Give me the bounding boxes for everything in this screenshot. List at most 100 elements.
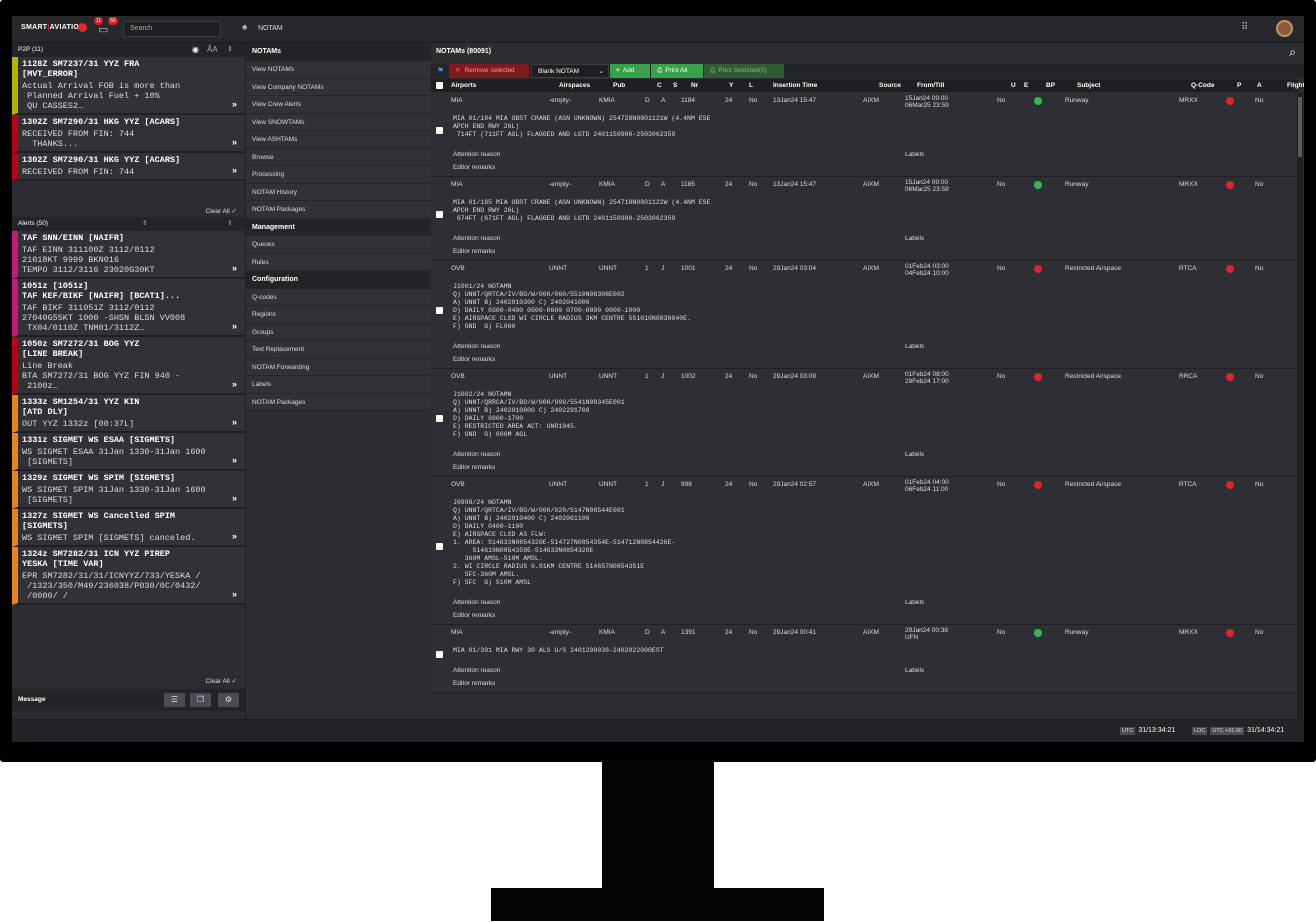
add-button[interactable]: + Add: [610, 64, 650, 78]
expand-icon[interactable]: »: [232, 493, 237, 503]
list-item[interactable]: 1128Z SM7237/31 YYZ FRA [MVT_ERROR] Actua…: [12, 57, 245, 115]
cell-src: AIXM: [863, 481, 879, 488]
list-item[interactable]: 1331z SIGMET WS ESAA [SIGMETS] WS SIGMET …: [12, 433, 245, 471]
column-header[interactable]: Nr: [691, 82, 698, 89]
row-checkbox[interactable]: [436, 543, 443, 550]
column-header[interactable]: BP: [1046, 82, 1055, 89]
grid-icon[interactable]: ⠿: [1241, 22, 1248, 33]
table-row[interactable]: MIA -empty- KMIA D A 1391 24 No 29Jan24 00:41 AIX…: [431, 625, 1298, 693]
expand-icon[interactable]: »: [232, 321, 237, 331]
bell-icon[interactable]: ♠: [242, 22, 247, 33]
column-header[interactable]: E: [1024, 82, 1028, 89]
configuration-item[interactable]: Regions: [246, 306, 431, 324]
column-header[interactable]: P: [1237, 82, 1241, 89]
management-item[interactable]: Rules: [246, 253, 431, 271]
list-item[interactable]: TAF SNN/EINN [NAIFR] TAF EINN 311100Z 311…: [12, 231, 245, 279]
notam-text: MIA 01/185 MIA OBST CRANE (ASN UNKNOWN) …: [453, 199, 711, 222]
menu-item[interactable]: View Crew Alerts: [246, 96, 431, 114]
column-header[interactable]: Y: [729, 82, 733, 89]
configuration-item[interactable]: NOTAM Packages: [246, 393, 431, 411]
expand-icon[interactable]: »: [232, 379, 237, 389]
management-item[interactable]: Queues: [246, 236, 431, 254]
list-item[interactable]: 1302Z SM7290/31 HKG YYZ [ACARS] RECEIVED …: [12, 153, 245, 181]
menu-item[interactable]: Browse: [246, 148, 431, 166]
list-item[interactable]: 1324z SM7282/31 ICN YYZ PIREP YESKA [TIM…: [12, 547, 245, 605]
expand-icon[interactable]: »: [232, 99, 237, 109]
column-header[interactable]: Airports: [451, 82, 476, 89]
gear-icon[interactable]: ⚙: [218, 693, 239, 707]
configuration-item[interactable]: Labels: [246, 376, 431, 394]
table-row[interactable]: MIA -empty- KMIA D A 1185 24 No 13Jan24 15:47 AIX…: [431, 177, 1298, 261]
sort-icon[interactable]: ⇕: [142, 219, 147, 227]
column-header[interactable]: L: [749, 82, 753, 89]
column-header[interactable]: Q-Code: [1191, 82, 1214, 89]
list-item[interactable]: 1051z [1051z] TAF KEF/BIKF [NAIFR] [BCAT…: [12, 279, 245, 337]
font-size-control[interactable]: ÂA: [207, 45, 218, 54]
select-all-checkbox[interactable]: [436, 82, 443, 89]
configuration-item[interactable]: Groups: [246, 323, 431, 341]
p2p-clear-all[interactable]: Clear All ✓: [12, 203, 245, 217]
configuration-item[interactable]: Text Replacement: [246, 341, 431, 359]
search-icon[interactable]: ⌕: [1289, 45, 1296, 60]
column-header[interactable]: Source: [879, 82, 901, 89]
row-checkbox[interactable]: [436, 307, 443, 314]
eye-icon[interactable]: ◉: [192, 45, 199, 54]
column-header[interactable]: Airspaces: [559, 82, 590, 89]
menu-item[interactable]: View NOTAMs: [246, 61, 431, 79]
row-checkbox[interactable]: [436, 211, 443, 218]
blank-notam-select[interactable]: Blank NOTAM ⌄: [531, 64, 609, 78]
table-row[interactable]: OVB UNNT UNNT 1 J 1001 24 No 29Jan24 03:04 AIXM No…: [431, 261, 1298, 369]
card-body: OUT YYZ 1332z [00:37L]: [22, 419, 135, 429]
table-row[interactable]: MIA -empty- KMIA D A 1184 24 No 13Jan24 15:47 AIX…: [431, 93, 1298, 177]
column-header[interactable]: Subject: [1077, 82, 1100, 89]
expand-icon[interactable]: »: [232, 531, 237, 541]
column-header[interactable]: Pub: [613, 82, 625, 89]
row-checkbox[interactable]: [436, 651, 443, 658]
column-header[interactable]: Flight: [1287, 82, 1304, 89]
user-avatar[interactable]: [1276, 20, 1293, 37]
list-icon[interactable]: ☰: [164, 693, 185, 707]
expand-icon[interactable]: »: [232, 137, 237, 147]
remove-selected-button[interactable]: ✕ Remove selected: [449, 64, 529, 78]
copy-icon[interactable]: ❐: [190, 693, 211, 707]
expand-icon[interactable]: »: [232, 455, 237, 465]
print-selected-button[interactable]: ⎙ Print Selected(0): [704, 64, 784, 78]
expand-icon[interactable]: »: [232, 263, 237, 273]
column-header[interactable]: U: [1011, 82, 1016, 89]
menu-item[interactable]: View ASHTAMs: [246, 131, 431, 149]
row-checkbox[interactable]: [436, 415, 443, 422]
chat-icon[interactable]: ▭: [98, 23, 108, 36]
column-header[interactable]: Insertion Time: [773, 82, 817, 89]
menu-item[interactable]: Processing: [246, 166, 431, 184]
table-row[interactable]: OVB UNNT UNNT 1 J 998 24 No 29Jan24 02:57 AIXM No R…: [431, 477, 1298, 625]
search-input[interactable]: Search: [123, 21, 221, 37]
configuration-item[interactable]: Q-codes: [246, 288, 431, 306]
flag-icon[interactable]: ⚑: [437, 66, 444, 75]
configuration-item[interactable]: NOTAM Forwarding: [246, 358, 431, 376]
list-item[interactable]: 1333z SM1254/31 YYZ KIN [ATD DLY] OUT YYZ…: [12, 395, 245, 433]
list-item[interactable]: 1329z SIGMET WS SPIM [SIGMETS] WS SIGMET …: [12, 471, 245, 509]
menu-item[interactable]: View SNOWTAMs: [246, 113, 431, 131]
list-item[interactable]: 1327z SIGMET WS Cancelled SPIM [SIGMETS]…: [12, 509, 245, 547]
message-button[interactable]: Message: [18, 696, 45, 703]
table-row[interactable]: OVB UNNT UNNT 1 J 1002 24 No 29Jan24 03:09 AIXM No…: [431, 369, 1298, 477]
column-header[interactable]: A: [1257, 82, 1262, 89]
expand-icon[interactable]: »: [232, 589, 237, 599]
column-header[interactable]: S: [673, 82, 677, 89]
menu-item[interactable]: View Company NOTAMs: [246, 78, 431, 96]
menu-item[interactable]: NOTAM History: [246, 183, 431, 201]
sort-icon[interactable]: ⇕: [227, 219, 232, 227]
list-item[interactable]: 1302Z SM7290/31 HKG YYZ [ACARS] RECEIVED …: [12, 115, 245, 153]
sort-icon[interactable]: ⇕: [227, 45, 233, 53]
list-item[interactable]: 1050z SM7272/31 BOG YYZ [LINE BREAK] Line…: [12, 337, 245, 395]
column-header[interactable]: C: [657, 82, 662, 89]
menu-item[interactable]: NOTAM Packages: [246, 201, 431, 219]
expand-icon[interactable]: »: [232, 165, 237, 175]
table-scrollbar[interactable]: [1297, 93, 1303, 719]
expand-icon[interactable]: »: [232, 417, 237, 427]
print-all-button[interactable]: ⎙ Print All: [651, 64, 703, 78]
alerts-clear-all[interactable]: Clear All ✓: [12, 673, 245, 689]
row-checkbox[interactable]: [436, 127, 443, 134]
alert-indicator-icon[interactable]: [78, 23, 87, 32]
column-header[interactable]: From/Till: [917, 82, 944, 89]
